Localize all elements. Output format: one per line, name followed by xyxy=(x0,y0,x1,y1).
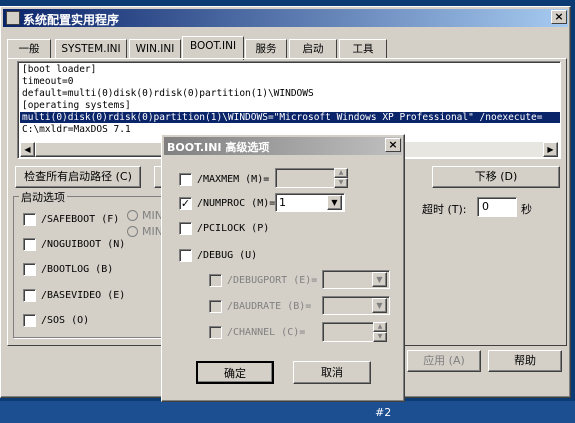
tab-win-ini[interactable]: WIN.INI xyxy=(129,39,181,59)
ok-button[interactable]: 确定 xyxy=(196,361,274,384)
dropdown-arrow-icon[interactable]: ▼ xyxy=(372,298,387,313)
dialog-close-button[interactable]: × xyxy=(385,138,401,152)
maxmem-spin-down[interactable]: ▼ xyxy=(334,178,348,188)
debugport-checkbox[interactable] xyxy=(209,274,222,287)
tab-services[interactable]: 服务 xyxy=(245,39,287,59)
safeboot-checkbox[interactable] xyxy=(23,213,36,226)
boot-ini-advanced-dialog: BOOT.INI 高级选项 × /MAXMEM (M)= ▲ ▼ ✓ /NUMP… xyxy=(161,134,405,402)
scroll-thumb[interactable] xyxy=(35,142,175,157)
radio-label-1: MIN xyxy=(142,209,163,222)
channel-checkbox[interactable] xyxy=(209,326,222,339)
tab-boot-ini[interactable]: BOOT.INI xyxy=(182,36,244,60)
taskbar-strip xyxy=(0,401,575,423)
window-titlebar: 系统配置实用程序 × xyxy=(3,9,568,27)
channel-input[interactable] xyxy=(322,322,374,342)
boot-options-group-label: 启动选项 xyxy=(19,189,67,205)
baudrate-select[interactable]: ▼ xyxy=(322,296,390,315)
cancel-button[interactable]: 取消 xyxy=(293,361,371,384)
timeout-input[interactable]: 0 xyxy=(477,197,517,217)
numproc-label: /NUMPROC (M)= xyxy=(197,198,276,209)
dialog-title: BOOT.INI 高级选项 xyxy=(167,141,270,154)
check-all-paths-button[interactable]: 检查所有启动路径 (C) xyxy=(15,166,141,188)
safeboot-label: /SAFEBOOT (F) xyxy=(41,214,120,225)
boot-line[interactable]: timeout=0 xyxy=(22,76,73,87)
dropdown-arrow-icon[interactable]: ▼ xyxy=(327,195,342,210)
window-close-button[interactable]: × xyxy=(551,10,567,24)
maxmem-input[interactable] xyxy=(275,168,335,188)
basevideo-label: /BASEVIDEO (E) xyxy=(41,290,126,301)
app-icon xyxy=(6,11,20,25)
apply-button[interactable]: 应用 (A) xyxy=(407,350,481,372)
maxmem-label: /MAXMEM (M)= xyxy=(197,174,270,185)
sos-label: /SOS (O) xyxy=(41,315,90,326)
pcilock-label: /PCILOCK (P) xyxy=(197,223,270,234)
noguiboot-checkbox[interactable] xyxy=(23,238,36,251)
timeout-label: 超时 (T): xyxy=(422,203,467,216)
boot-line[interactable]: [operating systems] xyxy=(22,100,131,111)
radio-label-2: MIN xyxy=(142,225,163,238)
channel-spin-down[interactable]: ▼ xyxy=(373,332,387,342)
noguiboot-label: /NOGUIBOOT (N) xyxy=(41,239,126,250)
tab-general[interactable]: 一般 xyxy=(7,39,51,59)
debug-label: /DEBUG (U) xyxy=(197,250,258,261)
boot-line-selected[interactable]: multi(0)disk(0)rdisk(0)partition(1)\WIND… xyxy=(20,112,560,123)
scroll-left-arrow-icon[interactable]: ◀ xyxy=(20,142,35,157)
tab-startup[interactable]: 启动 xyxy=(289,39,337,59)
debugport-select[interactable]: ▼ xyxy=(322,270,390,289)
dropdown-arrow-icon[interactable]: ▼ xyxy=(372,272,387,287)
baudrate-label: /BAUDRATE (B)= xyxy=(227,301,312,312)
channel-spin-up[interactable]: ▲ xyxy=(373,322,387,332)
baudrate-checkbox[interactable] xyxy=(209,300,222,313)
debugport-label: /DEBUGPORT (E)= xyxy=(227,275,318,286)
sos-checkbox[interactable] xyxy=(23,314,36,327)
boot-line[interactable]: default=multi(0)disk(0)rdisk(0)partition… xyxy=(22,88,314,99)
window-title: 系统配置实用程序 xyxy=(23,13,120,27)
dialog-titlebar: BOOT.INI 高级选项 × xyxy=(164,137,402,155)
boot-line[interactable]: C:\mxldr=MaxDOS 7.1 xyxy=(22,124,131,135)
maxmem-checkbox[interactable] xyxy=(179,173,192,186)
pcilock-checkbox[interactable] xyxy=(179,222,192,235)
taskbar-label: #2 xyxy=(375,406,392,419)
move-down-button[interactable]: 下移 (D) xyxy=(432,166,560,188)
debug-checkbox[interactable] xyxy=(179,249,192,262)
tab-system-ini[interactable]: SYSTEM.INI xyxy=(55,39,127,59)
scroll-right-arrow-icon[interactable]: ▶ xyxy=(543,142,558,157)
safeboot-radio-1[interactable] xyxy=(127,210,138,221)
safeboot-radio-2[interactable] xyxy=(127,226,138,237)
bootlog-checkbox[interactable] xyxy=(23,263,36,276)
bootlog-label: /BOOTLOG (B) xyxy=(41,264,114,275)
tab-tools[interactable]: 工具 xyxy=(339,39,387,59)
boot-line[interactable]: [boot loader] xyxy=(22,64,96,75)
numproc-value: 1 xyxy=(279,196,286,209)
maxmem-spin-up[interactable]: ▲ xyxy=(334,168,348,178)
timeout-unit: 秒 xyxy=(521,203,532,216)
help-button[interactable]: 帮助 xyxy=(488,350,562,372)
numproc-select[interactable]: 1 ▼ xyxy=(275,193,345,212)
channel-label: /CHANNEL (C)= xyxy=(227,327,306,338)
basevideo-checkbox[interactable] xyxy=(23,289,36,302)
numproc-checkbox[interactable]: ✓ xyxy=(179,197,192,210)
